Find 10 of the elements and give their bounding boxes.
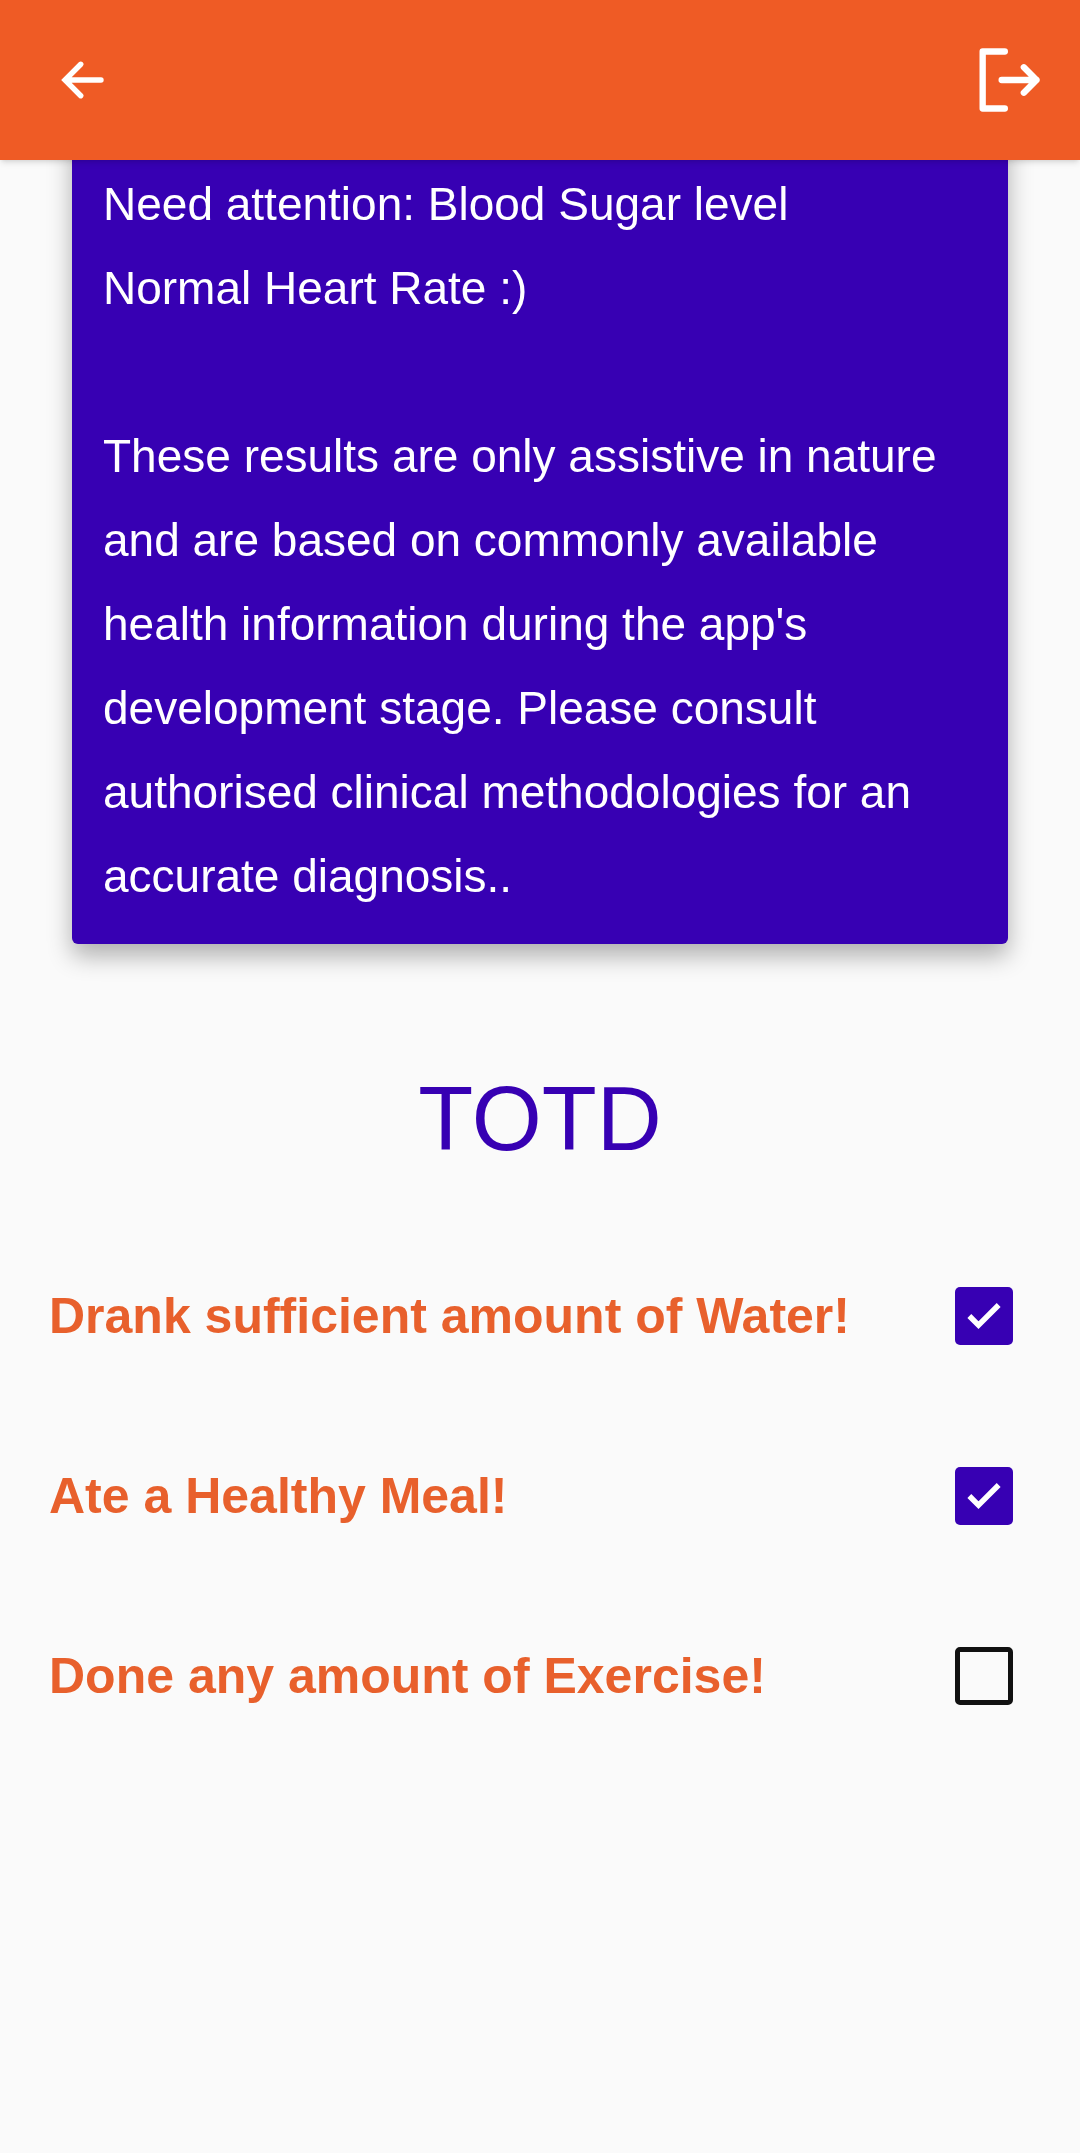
task-label: Drank sufficient amount of Water! — [49, 1287, 851, 1346]
task-checkbox[interactable] — [955, 1647, 1013, 1705]
disclaimer-text: These results are only assistive in nature and are based on commonly available health information during the app's development stage. Please consult authorised clinical methodologies for an accurate diagnosis.. — [103, 429, 938, 904]
status-text: Need attention: Blood Sugar level — [103, 177, 790, 232]
task-checkbox[interactable] — [955, 1287, 1013, 1345]
section-title: TOTD — [418, 1069, 662, 1169]
status-text: Normal Heart Rate :) — [103, 261, 529, 316]
task-checkbox[interactable] — [955, 1467, 1013, 1525]
task-label: Ate a Healthy Meal! — [49, 1467, 509, 1526]
task-label: Done any amount of Exercise! — [49, 1647, 767, 1706]
